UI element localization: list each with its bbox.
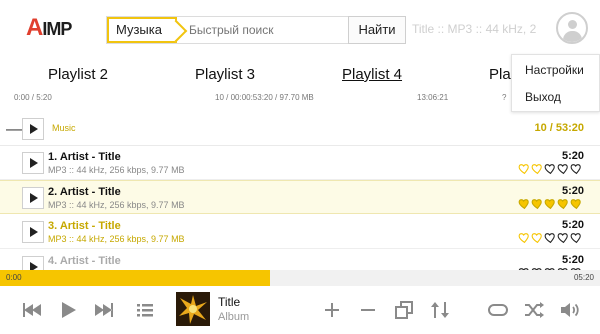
logo-letter: A <box>26 14 43 41</box>
search-input[interactable] <box>189 21 349 39</box>
play-icon[interactable] <box>56 298 80 322</box>
menu-item-logout[interactable]: Выход <box>512 84 599 111</box>
player-controls: Title Album <box>0 286 600 334</box>
rating-heart-icon[interactable] <box>531 197 544 210</box>
user-menu: Настройки Выход <box>511 54 600 112</box>
track-rating[interactable] <box>518 197 584 211</box>
user-avatar-icon[interactable] <box>556 12 588 44</box>
rating-heart-icon[interactable] <box>570 231 583 244</box>
next-icon[interactable] <box>92 298 116 322</box>
add-icon[interactable] <box>320 298 344 322</box>
track-play-button[interactable] <box>22 221 44 243</box>
rating-heart-icon[interactable] <box>544 197 557 210</box>
volume-icon[interactable] <box>558 298 582 322</box>
search-category-dropdown[interactable]: Музыка <box>107 17 177 43</box>
total-time: 05:20 <box>573 273 594 282</box>
search-bar: Музыка Найти <box>106 16 406 44</box>
rating-heart-icon[interactable] <box>544 231 557 244</box>
group-play-button[interactable] <box>22 118 44 140</box>
track-title: 1. Artist - Title <box>48 151 121 163</box>
now-playing-info: Title :: MP3 :: 44 kHz, 2 <box>412 22 537 36</box>
menu-item-settings[interactable]: Настройки <box>512 57 599 84</box>
track-title: 3. Artist - Title <box>48 220 121 232</box>
tab-playlist-5[interactable]: Pla <box>489 66 511 83</box>
tab-playlist-3[interactable]: Playlist 3 <box>195 66 255 83</box>
playlist-icon[interactable] <box>133 298 157 322</box>
tab-stats: 0:00 / 5:20 10 / 00:00:53:20 / 97.70 MB … <box>0 90 600 106</box>
track-meta: MP3 :: 44 kHz, 256 kbps, 9.77 MB <box>48 234 185 244</box>
tab-playlist-2[interactable]: Playlist 2 <box>48 66 108 83</box>
rating-heart-icon[interactable] <box>531 231 544 244</box>
playlist: — Music 10 / 53:20 1. Artist - Title MP3… <box>0 110 600 270</box>
track-duration: 5:20 <box>561 150 584 162</box>
shuffle-icon[interactable] <box>522 298 546 322</box>
playlist-tabs: Playlist 2 Playlist 3 Playlist 4 Pla <box>0 58 600 90</box>
group-name: Music <box>52 123 76 133</box>
logo-text: IMP <box>42 19 72 39</box>
track-play-button[interactable] <box>22 152 44 174</box>
track-row-2[interactable]: 2. Artist - Title MP3 :: 44 kHz, 256 kbp… <box>0 180 600 214</box>
app-logo: AIMP <box>26 14 72 42</box>
track-row-1[interactable]: 1. Artist - Title MP3 :: 44 kHz, 256 kbp… <box>0 146 600 180</box>
track-title: 2. Artist - Title <box>48 186 121 198</box>
repeat-icon[interactable] <box>486 298 510 322</box>
tab-stats-3: 13:06:21 <box>417 93 449 102</box>
rating-heart-icon[interactable] <box>518 197 531 210</box>
rating-heart-icon[interactable] <box>544 162 557 175</box>
rating-heart-icon[interactable] <box>557 197 570 210</box>
track-meta: MP3 :: 44 kHz, 256 kbps, 9.77 MB <box>48 165 185 175</box>
sort-icon[interactable] <box>428 298 452 322</box>
collapse-icon[interactable]: — <box>6 119 23 139</box>
remove-icon[interactable] <box>356 298 380 322</box>
track-row-4[interactable]: 4. Artist - Title 5:20 <box>0 250 600 270</box>
rating-heart-icon[interactable] <box>531 162 544 175</box>
track-play-button[interactable] <box>22 187 44 209</box>
tab-playlist-4[interactable]: Playlist 4 <box>342 66 402 83</box>
album-cover <box>176 292 210 326</box>
seek-bar-fill <box>0 270 270 286</box>
header: AIMP Музыка Найти Title :: MP3 :: 44 kHz… <box>0 0 600 58</box>
now-playing-title: Title <box>218 295 241 309</box>
track-duration: 5:20 <box>561 254 584 266</box>
track-duration: 5:20 <box>561 219 584 231</box>
track-rating[interactable] <box>518 162 584 176</box>
rating-heart-icon[interactable] <box>518 162 531 175</box>
copy-icon[interactable] <box>392 298 416 322</box>
track-rating[interactable] <box>518 231 584 245</box>
track-title: 4. Artist - Title <box>48 255 121 267</box>
tab-stats-1: 0:00 / 5:20 <box>14 93 52 102</box>
rating-heart-icon[interactable] <box>557 231 570 244</box>
track-meta: MP3 :: 44 kHz, 256 kbps, 9.77 MB <box>48 200 185 210</box>
rating-heart-icon[interactable] <box>518 231 531 244</box>
rating-heart-icon[interactable] <box>557 162 570 175</box>
track-duration: 5:20 <box>561 185 584 197</box>
tab-stats-2: 10 / 00:00:53:20 / 97.70 MB <box>215 93 314 102</box>
rating-heart-icon[interactable] <box>570 197 583 210</box>
track-play-button[interactable] <box>22 256 44 270</box>
tab-stats-4: ? <box>502 93 507 102</box>
seek-bar[interactable]: 0:00 05:20 <box>0 270 600 286</box>
group-stats: 10 / 53:20 <box>534 122 584 134</box>
now-playing-album: Album <box>218 311 250 323</box>
track-row-3[interactable]: 3. Artist - Title MP3 :: 44 kHz, 256 kbp… <box>0 215 600 249</box>
prev-icon[interactable] <box>20 298 44 322</box>
search-button[interactable]: Найти <box>348 16 406 44</box>
rating-heart-icon[interactable] <box>570 162 583 175</box>
elapsed-time: 0:00 <box>6 273 22 282</box>
group-header[interactable]: — Music 10 / 53:20 <box>0 116 600 146</box>
